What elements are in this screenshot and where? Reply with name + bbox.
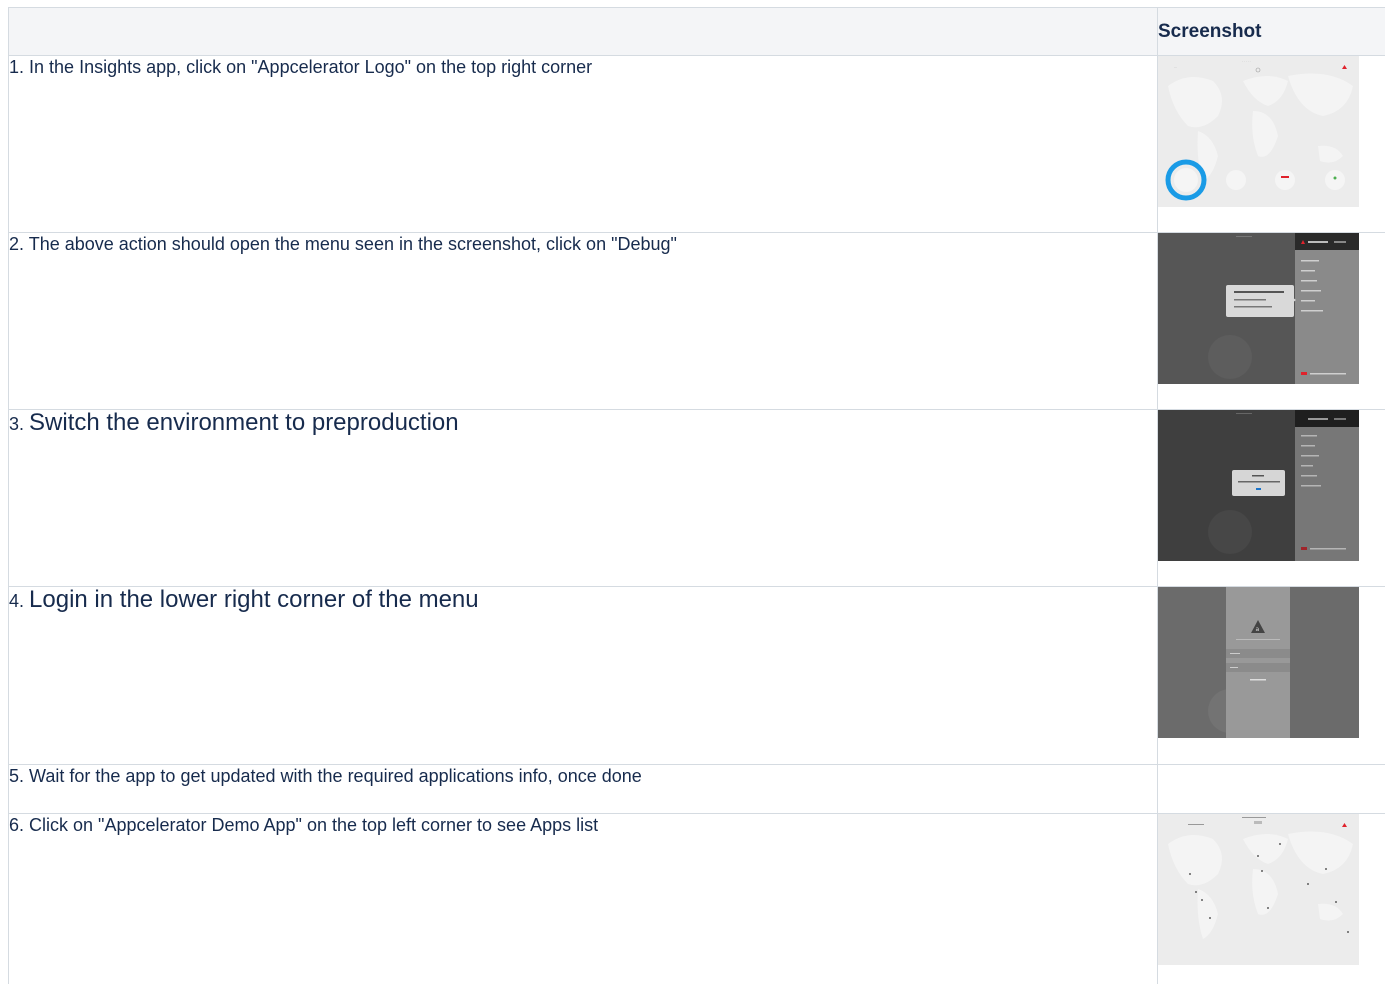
step-screenshot-cell (1157, 813, 1385, 984)
step-description: 2. The above action should open the menu… (8, 232, 1158, 410)
svg-text:. . . . .: . . . . . (1242, 59, 1251, 63)
screenshot-thumbnail[interactable]: ... . . . . . (1158, 56, 1359, 207)
svg-text:...: ... (1174, 65, 1177, 69)
step-text: Wait for the app to get updated with the… (29, 766, 642, 786)
step-description: 6. Click on "Appcelerator Demo App" on t… (8, 813, 1158, 984)
table-row: 6. Click on "Appcelerator Demo App" on t… (8, 813, 1385, 984)
header-description (8, 7, 1158, 56)
step-screenshot-cell (1157, 409, 1385, 587)
step-number: 5. (9, 766, 25, 786)
svg-text:a: a (1256, 626, 1260, 633)
header-screenshot: Screenshot (1157, 7, 1385, 56)
environment-thumbnail-image (1158, 410, 1359, 561)
step-number: 3. (9, 414, 25, 434)
table-row: 5. Wait for the app to get updated with … (8, 764, 1385, 814)
steps-table: Screenshot 1. In the Insights app, click… (8, 7, 1385, 984)
login-thumbnail-image: a (1158, 587, 1359, 738)
step-text: Switch the environment to preproduction (29, 409, 459, 436)
table-row: 4. Login in the lower right corner of th… (8, 586, 1385, 765)
apps-list-thumbnail-image (1158, 814, 1359, 965)
table-row: 1. In the Insights app, click on "Appcel… (8, 55, 1385, 233)
step-text: The above action should open the menu se… (28, 234, 677, 254)
table-header-row: Screenshot (8, 7, 1385, 56)
map-thumbnail-image: ... . . . . . (1158, 56, 1359, 207)
menu-thumbnail-image (1158, 233, 1359, 384)
step-number: 6. (9, 815, 25, 835)
table-row: 2. The above action should open the menu… (8, 232, 1385, 410)
step-number: 2. (9, 234, 25, 254)
step-text: In the Insights app, click on "Appcelera… (29, 57, 593, 77)
step-screenshot-cell (1157, 232, 1385, 410)
step-screenshot-cell: ... . . . . . (1157, 55, 1385, 233)
screenshot-thumbnail[interactable] (1158, 814, 1359, 965)
page: Screenshot 1. In the Insights app, click… (0, 0, 1385, 984)
step-text: Login in the lower right corner of the m… (29, 586, 479, 613)
screenshot-thumbnail[interactable]: a (1158, 587, 1359, 738)
step-text: Click on "Appcelerator Demo App" on the … (29, 815, 599, 835)
step-number: 1. (9, 57, 25, 77)
step-description: 3. Switch the environment to preproducti… (8, 409, 1158, 587)
step-number: 4. (9, 591, 25, 611)
screenshot-thumbnail[interactable] (1158, 233, 1359, 384)
step-description: 5. Wait for the app to get updated with … (8, 764, 1158, 814)
screenshot-thumbnail[interactable] (1158, 410, 1359, 561)
step-description: 4. Login in the lower right corner of th… (8, 586, 1158, 765)
step-screenshot-cell: a (1157, 586, 1385, 765)
table-row: 3. Switch the environment to preproducti… (8, 409, 1385, 587)
step-description: 1. In the Insights app, click on "Appcel… (8, 55, 1158, 233)
step-screenshot-cell (1157, 764, 1385, 814)
